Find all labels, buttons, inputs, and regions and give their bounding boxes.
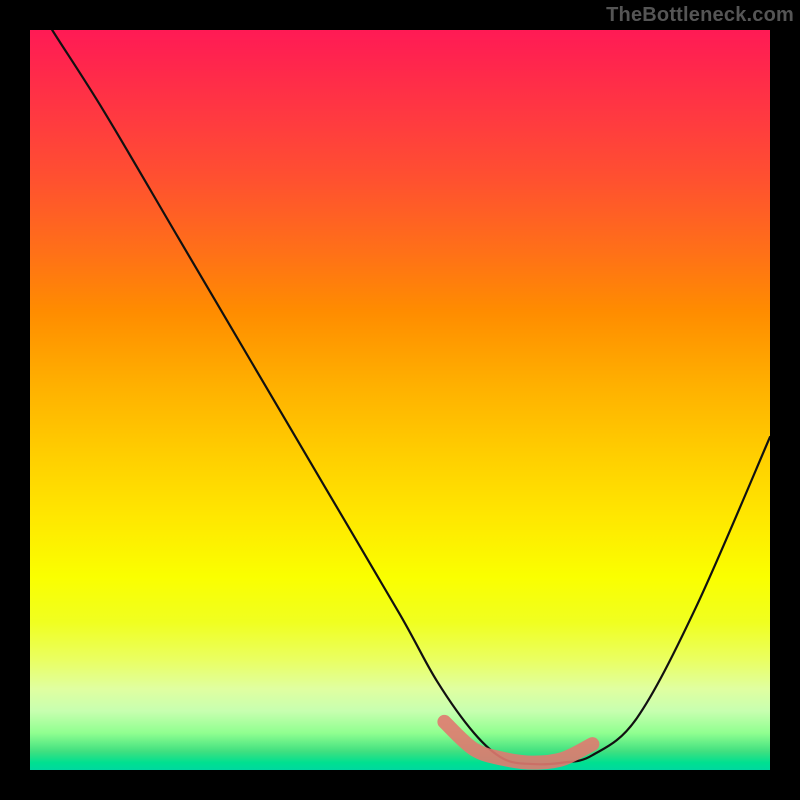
highlight-band [444,722,592,763]
chart-frame: TheBottleneck.com [0,0,800,800]
chart-svg [30,30,770,770]
watermark-text: TheBottleneck.com [606,4,794,27]
bottleneck-curve [30,30,770,764]
plot-area [30,30,770,770]
